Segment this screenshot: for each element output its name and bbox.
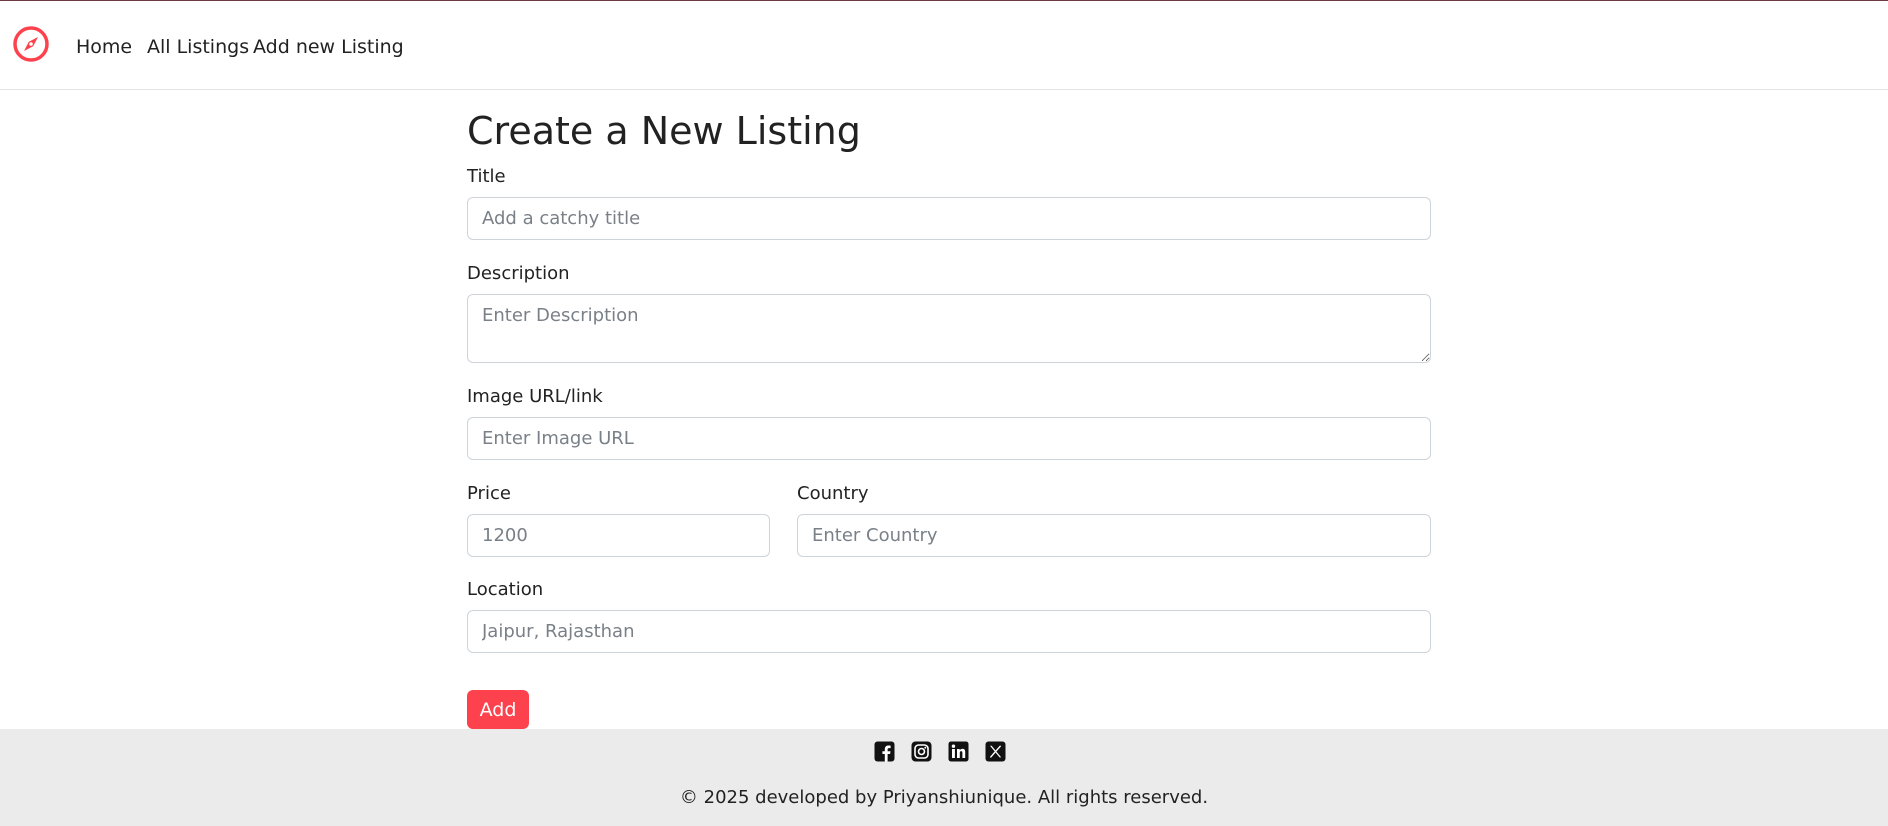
price-input[interactable] (467, 514, 770, 557)
navbar: Home All Listings Add new Listing (0, 1, 1888, 90)
title-input[interactable] (467, 197, 1431, 240)
x-twitter-icon[interactable] (985, 741, 1006, 762)
description-label: Description (467, 263, 570, 284)
page-title: Create a New Listing (467, 109, 861, 153)
linkedin-icon[interactable] (948, 741, 969, 762)
compass-icon[interactable] (12, 25, 50, 63)
image-url-input[interactable] (467, 417, 1431, 460)
country-input[interactable] (797, 514, 1431, 557)
country-label: Country (797, 483, 869, 504)
location-label: Location (467, 579, 544, 600)
facebook-icon[interactable] (874, 741, 895, 762)
nav-link-add-new-listing[interactable]: Add new Listing (253, 35, 404, 59)
nav-link-home[interactable]: Home (76, 35, 132, 59)
title-label: Title (467, 166, 506, 187)
description-textarea[interactable] (467, 294, 1431, 363)
nav-link-all-listings[interactable]: All Listings (147, 35, 249, 59)
footer: © 2025 developed by Priyanshiunique. All… (0, 729, 1888, 826)
instagram-icon[interactable] (911, 741, 932, 762)
image-url-label: Image URL/link (467, 386, 603, 407)
price-label: Price (467, 483, 511, 504)
add-button[interactable]: Add (467, 690, 529, 729)
footer-copyright: © 2025 developed by Priyanshiunique. All… (679, 787, 1209, 808)
location-input[interactable] (467, 610, 1431, 653)
